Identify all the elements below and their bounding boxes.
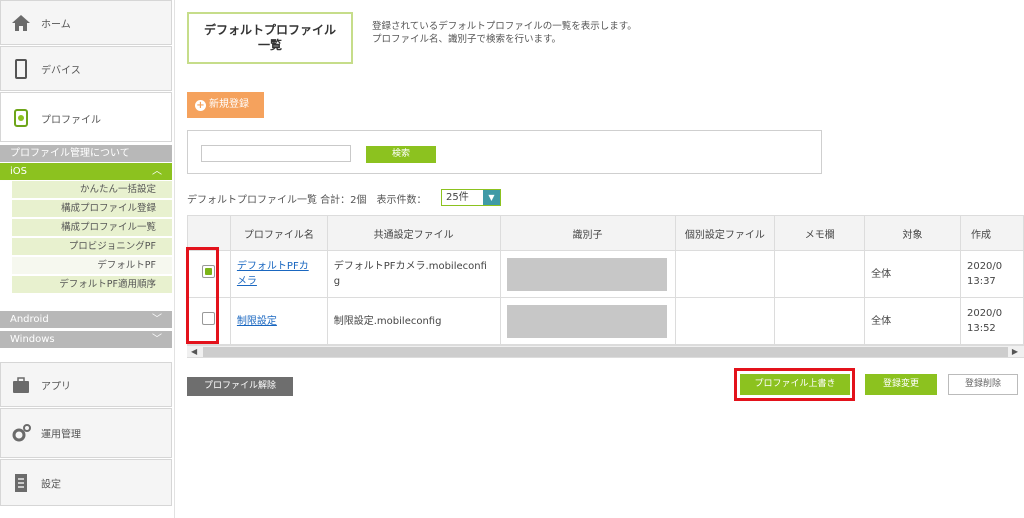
ios-item-provisioning[interactable]: プロビジョニングPF [12, 238, 172, 255]
search-button[interactable]: 検索 [366, 146, 436, 163]
target-cell: 全体 [864, 297, 961, 345]
profile-name-cell: デフォルトPFカ メラ [229, 250, 328, 298]
identifier-cell [499, 250, 676, 298]
page-title: デフォルトプロファイル 一覧 [187, 12, 353, 64]
home-icon [12, 14, 30, 31]
individual-file-cell [674, 297, 776, 345]
column-header: メモ欄 [774, 215, 866, 251]
android-label: Android [10, 314, 49, 325]
page-description-line2: プロファイル名、識別子で検索を行います。 [372, 34, 562, 45]
list-summary: デフォルトプロファイル一覧 合計：2個 表示件数： [187, 195, 427, 206]
register-delete-button[interactable]: 登録削除 [948, 374, 1018, 395]
profile-unassign-button[interactable]: プロファイル解除 [187, 377, 293, 396]
gear-icon [12, 424, 31, 442]
table-row: 制限設定 制限設定.mobileconfig 全体 2020/0 13:52 [187, 297, 1024, 345]
created-cell: 2020/0 13:37 [959, 250, 1024, 298]
sidebar: ホーム デバイス プロファイル プロファイル管理について iOS ︿ かんたん一… [0, 0, 175, 518]
page-description: 登録されているデフォルトプロファイルの一覧を表示します。 プロファイル名、識別子… [372, 20, 637, 46]
chevron-down-icon: ﹀ [152, 314, 162, 325]
row-select-cell [187, 297, 231, 345]
profile-name-cell: 制限設定 [229, 297, 328, 345]
nav-apps-label: アプリ [41, 381, 71, 392]
new-register-button[interactable]: + 新規登録 [187, 92, 264, 118]
nav-device-label: デバイス [41, 65, 81, 76]
search-input[interactable] [201, 145, 351, 162]
ios-item-config-register[interactable]: 構成プロファイル登録 [12, 200, 172, 217]
ios-section[interactable]: iOS ︿ [0, 163, 172, 180]
app-briefcase-icon [13, 376, 29, 393]
nav-profile-label: プロファイル [41, 115, 101, 126]
column-header: 識別子 [499, 215, 676, 251]
column-header: 対象 [864, 215, 961, 251]
common-file-cell: デフォルトPFカメラ.mobileconfi g [326, 250, 501, 298]
column-header: 作成 [959, 215, 1024, 251]
nav-home[interactable]: ホーム [0, 0, 172, 45]
row-select-cell [187, 250, 231, 298]
profile-icon [14, 109, 28, 127]
android-section[interactable]: Android ﹀ [0, 311, 172, 328]
column-header [187, 215, 231, 251]
nav-settings[interactable]: 設定 [0, 459, 172, 506]
ios-item-config-list[interactable]: 構成プロファイル一覧 [12, 219, 172, 236]
column-header: プロファイル名 [229, 215, 328, 251]
page-description-line1: 登録されているデフォルトプロファイルの一覧を表示します。 [372, 21, 637, 32]
table-header-row: プロファイル名 共通設定ファイル 識別子 個別設定ファイル メモ欄 対象 作成 [187, 215, 1024, 251]
profile-table: プロファイル名 共通設定ファイル 識別子 個別設定ファイル メモ欄 対象 作成 … [187, 215, 1024, 345]
table-row: デフォルトPFカ メラ デフォルトPFカメラ.mobileconfi g 全体 20… [187, 250, 1024, 298]
profile-admin-link[interactable]: プロファイル管理について [0, 145, 172, 162]
nav-operations[interactable]: 運用管理 [0, 408, 172, 458]
profile-overwrite-button[interactable]: プロファイル上書き [740, 374, 850, 395]
chevron-up-icon: ︿ [152, 166, 162, 177]
per-page-value: 25件 [446, 192, 469, 203]
profile-name-link[interactable]: 制限設定 [237, 316, 277, 327]
nav-profile[interactable]: プロファイル [0, 92, 172, 142]
memo-cell [774, 250, 866, 298]
profile-name-link[interactable]: デフォルトPFカ メラ [237, 261, 309, 287]
settings-document-icon [15, 473, 27, 492]
search-panel: 検索 [187, 130, 822, 174]
page-title-line2: 一覧 [257, 38, 282, 52]
target-cell: 全体 [864, 250, 961, 298]
row-checkbox[interactable] [202, 312, 216, 325]
nav-apps[interactable]: アプリ [0, 362, 172, 407]
windows-section[interactable]: Windows ﹀ [0, 331, 172, 348]
register-change-button[interactable]: 登録変更 [865, 374, 937, 395]
per-page-select[interactable]: 25件 ▼ [441, 189, 501, 206]
common-file-cell: 制限設定.mobileconfig [326, 297, 501, 345]
scrollbar-thumb[interactable] [203, 347, 1008, 357]
ios-item-quick-setup[interactable]: かんたん一括設定 [12, 181, 172, 198]
column-header: 共通設定ファイル [326, 215, 501, 251]
nav-home-label: ホーム [41, 19, 71, 30]
ios-item-default-pf-order[interactable]: デフォルトPF適用順序 [12, 276, 172, 293]
scroll-right-icon[interactable]: ▶ [1012, 346, 1018, 358]
identifier-cell [499, 297, 676, 345]
individual-file-cell [674, 250, 776, 298]
ios-item-default-pf[interactable]: デフォルトPF [12, 257, 172, 274]
column-header: 個別設定ファイル [674, 215, 776, 251]
nav-settings-label: 設定 [41, 479, 61, 490]
windows-label: Windows [10, 334, 55, 345]
dropdown-arrow-icon: ▼ [483, 190, 500, 205]
identifier-redacted [506, 304, 667, 338]
smartphone-icon [15, 58, 27, 79]
scroll-left-icon[interactable]: ◀ [191, 346, 197, 358]
ios-label: iOS [10, 166, 27, 177]
created-cell: 2020/0 13:52 [959, 297, 1024, 345]
plus-icon: + [195, 100, 206, 111]
nav-operations-label: 運用管理 [41, 429, 81, 441]
memo-cell [774, 297, 866, 345]
horizontal-scrollbar[interactable]: ◀ ▶ [187, 345, 1024, 358]
new-register-label: 新規登録 [209, 99, 249, 110]
chevron-down-icon: ﹀ [152, 334, 162, 345]
page-title-line1: デフォルトプロファイル [203, 23, 336, 37]
nav-device[interactable]: デバイス [0, 46, 172, 91]
identifier-redacted [506, 257, 667, 291]
row-checkbox[interactable] [202, 265, 216, 278]
